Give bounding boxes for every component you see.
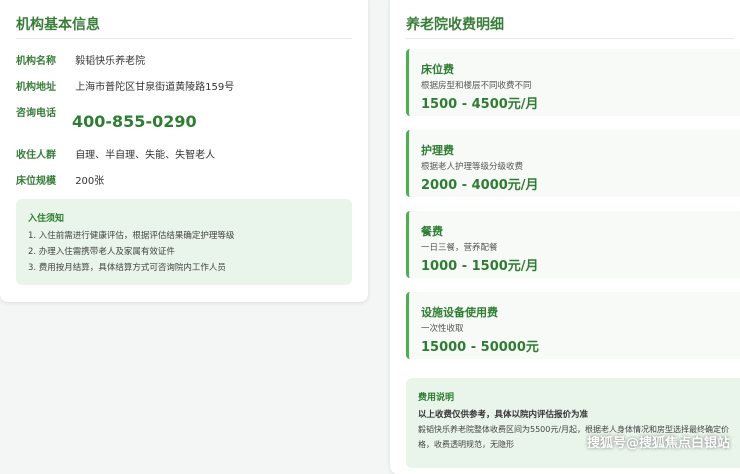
explanation-title: 费用说明: [418, 393, 455, 403]
notice-item: 3. 费用按月结算，具体结算方式可咨询院内工作人员: [28, 263, 226, 273]
fee-price: 1000 - 1500元/月: [421, 259, 539, 274]
fee-item-facilities: 设施设备使用费 一次性收取 15000 - 50000元: [406, 292, 740, 359]
info-row-beds: 床位规模 200张: [16, 172, 104, 187]
title-divider: [406, 38, 734, 39]
fee-price: 15000 - 50000元: [421, 340, 539, 355]
phone-number[interactable]: 400-855-0290: [72, 112, 197, 131]
fee-desc: 根据老人护理等级分级收费: [421, 162, 524, 172]
fee-explanation: 费用说明 以上收费仅供参考，具体以院内评估报价为准 毅韬快乐养老院整体收费区间为…: [406, 378, 740, 468]
fee-item-meals: 餐费 一日三餐，营养配餐 1000 - 1500元/月: [406, 211, 740, 278]
fee-name: 餐费: [421, 225, 443, 238]
fee-desc: 根据房型和楼层不同收费不同: [421, 81, 532, 91]
info-value: 200张: [75, 176, 105, 187]
info-label: 收住人群: [16, 150, 56, 161]
institution-info-card: 机构基本信息 机构名称 毅韬快乐养老院 机构地址 上海市普陀区甘泉街道黄陵路15…: [0, 0, 368, 302]
explanation-headline: 以上收费仅供参考，具体以院内评估报价为准: [418, 410, 589, 420]
fee-name: 床位费: [421, 63, 454, 76]
admission-notice: 入住须知 1. 入住前需进行健康评估，根据评估结果确定护理等级 2. 办理入住需…: [16, 199, 352, 285]
info-label: 床位规模: [16, 176, 56, 187]
fee-details-title: 养老院收费明细: [406, 17, 504, 33]
fee-desc: 一日三餐，营养配餐: [421, 243, 498, 253]
fee-details-card: 养老院收费明细 床位费 根据房型和楼层不同收费不同 1500 - 4500元/月…: [390, 0, 740, 474]
info-label: 机构名称: [16, 56, 56, 67]
fee-item-nursing: 护理费 根据老人护理等级分级收费 2000 - 4000元/月: [406, 130, 740, 197]
source-watermark: 搜狐号@搜狐焦点白银站: [586, 436, 730, 451]
fee-name: 护理费: [421, 144, 454, 157]
fee-price: 2000 - 4000元/月: [421, 178, 539, 193]
fee-item-bed: 床位费 根据房型和楼层不同收费不同 1500 - 4500元/月: [406, 49, 740, 116]
fee-price: 1500 - 4500元/月: [421, 97, 539, 112]
info-row-address: 机构地址 上海市普陀区甘泉街道黄陵路159号: [16, 78, 234, 93]
fee-desc: 一次性收取: [421, 324, 464, 334]
info-row-name: 机构名称 毅韬快乐养老院: [16, 52, 145, 67]
info-label: 机构地址: [16, 82, 56, 93]
info-value: 自理、半自理、失能、失智老人: [75, 150, 216, 161]
info-value: 上海市普陀区甘泉街道黄陵路159号: [75, 82, 235, 93]
institution-info-title: 机构基本信息: [16, 17, 100, 33]
title-divider: [16, 38, 352, 39]
info-row-phone: 咨询电话: [16, 104, 72, 119]
fee-name: 设施设备使用费: [421, 306, 498, 319]
notice-item: 2. 办理入住需携带老人及家属有效证件: [28, 247, 175, 257]
notice-title: 入住须知: [28, 214, 65, 224]
info-row-residents: 收住人群 自理、半自理、失能、失智老人: [16, 146, 215, 161]
info-label: 咨询电话: [16, 108, 56, 119]
info-value: 毅韬快乐养老院: [75, 56, 146, 67]
notice-item: 1. 入住前需进行健康评估，根据评估结果确定护理等级: [28, 231, 235, 241]
